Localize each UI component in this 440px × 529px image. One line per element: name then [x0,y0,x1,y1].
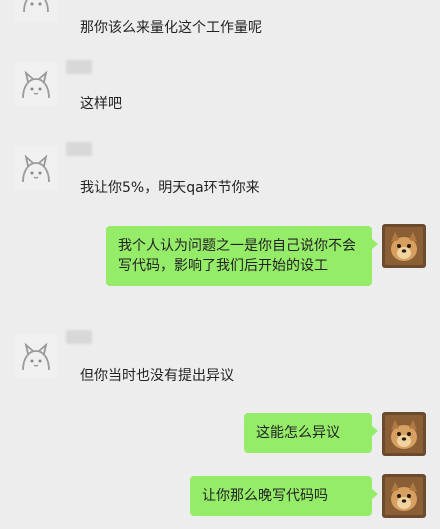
message-text: 让你那么晚写代码吗 [202,488,328,504]
message-text: 但你当时也没有提出异议 [80,368,234,384]
dog-photo-avatar-icon [382,224,426,268]
sender-name: 同事 [66,142,92,156]
message-bubble-outgoing[interactable]: 这能怎么异议 [244,413,378,453]
message-bubble-incoming[interactable]: 我让你5%，明天qa环节你来 [66,168,366,208]
message-bubble-outgoing[interactable]: 我个人认为问题之一是你自己说你不会写代码，影响了我们后开始的设工 [106,226,378,286]
message-bubble-incoming[interactable]: 但你当时也没有提出异议 [66,356,366,396]
chat-thread: 那你该么来量化这个工作量呢 同事 这样吧 同事 [0,0,440,529]
incoming-avatar[interactable] [14,146,58,190]
sender-name: 同事 [66,330,92,344]
message-bubble-incoming[interactable]: 那你该么来量化这个工作量呢 [66,8,366,48]
message-text: 我个人认为问题之一是你自己说你不会写代码，影响了我们后开始的设工 [118,238,356,274]
message-text: 这样吧 [80,96,122,112]
message-text: 这能怎么异议 [256,425,340,441]
message-text: 那你该么来量化这个工作量呢 [80,20,262,36]
incoming-avatar[interactable] [14,62,58,106]
outgoing-avatar[interactable] [382,474,426,518]
incoming-avatar[interactable] [14,334,58,378]
message-bubble-outgoing[interactable]: 让你那么晚写代码吗 [190,476,378,516]
dog-photo-avatar-icon [382,474,426,518]
message-bubble-incoming[interactable]: 这样吧 [66,84,266,124]
cat-doodle-avatar-icon [14,146,58,190]
cat-doodle-avatar-icon [14,0,58,22]
incoming-avatar[interactable] [14,0,58,22]
sender-name: 同事 [66,60,92,74]
dog-photo-avatar-icon [382,412,426,456]
cat-doodle-avatar-icon [14,334,58,378]
outgoing-avatar[interactable] [382,224,426,268]
outgoing-avatar[interactable] [382,412,426,456]
message-text: 我让你5%，明天qa环节你来 [80,180,260,196]
cat-doodle-avatar-icon [14,62,58,106]
